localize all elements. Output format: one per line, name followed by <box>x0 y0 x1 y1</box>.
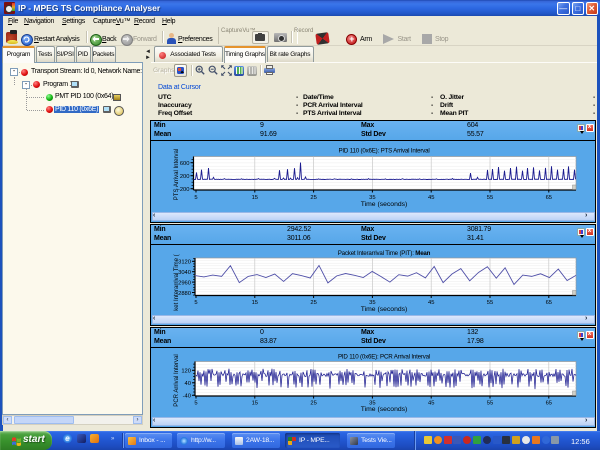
svg-text:3120: 3120 <box>178 260 191 266</box>
svg-text:5: 5 <box>194 195 197 201</box>
svg-text:65: 65 <box>546 195 552 201</box>
svg-text:45: 45 <box>428 300 434 306</box>
svg-text:45: 45 <box>428 195 434 201</box>
svg-text:PID 110 (0x6E): PCR Arrival In: PID 110 (0x6E): PCR Arrival Interval <box>338 354 430 361</box>
svg-text:45: 45 <box>428 401 434 407</box>
svg-text:15: 15 <box>252 401 258 407</box>
svg-text:65: 65 <box>546 401 552 407</box>
svg-text:2880: 2880 <box>178 291 191 297</box>
svg-text:55: 55 <box>487 401 493 407</box>
svg-text:PID 110 (0x6E): PTS Arrival In: PID 110 (0x6E): PTS Arrival Interval <box>338 148 429 155</box>
svg-text:120: 120 <box>181 369 191 375</box>
svg-text:15: 15 <box>252 195 258 201</box>
svg-text:PTS Arrival Interval: PTS Arrival Interval <box>174 149 180 200</box>
svg-text:5: 5 <box>194 401 197 407</box>
svg-text:Time (seconds): Time (seconds) <box>361 306 408 313</box>
svg-text:Time (seconds): Time (seconds) <box>361 406 408 413</box>
svg-text:15: 15 <box>252 300 258 306</box>
svg-text:600: 600 <box>180 161 190 167</box>
svg-text:Packet Interarrival Time (PIT): Packet Interarrival Time (PIT): Mean <box>338 250 431 257</box>
svg-text:55: 55 <box>487 300 493 306</box>
svg-text:65: 65 <box>546 300 552 306</box>
svg-text:55: 55 <box>487 195 493 201</box>
svg-text:2960: 2960 <box>178 280 191 286</box>
svg-text:25: 25 <box>310 401 316 407</box>
svg-text:25: 25 <box>310 195 316 201</box>
svg-text:Time (seconds): Time (seconds) <box>361 201 408 208</box>
svg-text:PCR Arrival Interval: PCR Arrival Interval <box>174 354 180 406</box>
svg-text:200: 200 <box>180 174 190 180</box>
svg-text:40: 40 <box>185 381 191 387</box>
svg-text:3040: 3040 <box>178 270 191 276</box>
svg-text:ket Interarrival Time (: ket Interarrival Time ( <box>174 254 180 310</box>
svg-text:-40: -40 <box>183 394 191 400</box>
svg-text:5: 5 <box>194 300 197 306</box>
svg-text:25: 25 <box>310 300 316 306</box>
